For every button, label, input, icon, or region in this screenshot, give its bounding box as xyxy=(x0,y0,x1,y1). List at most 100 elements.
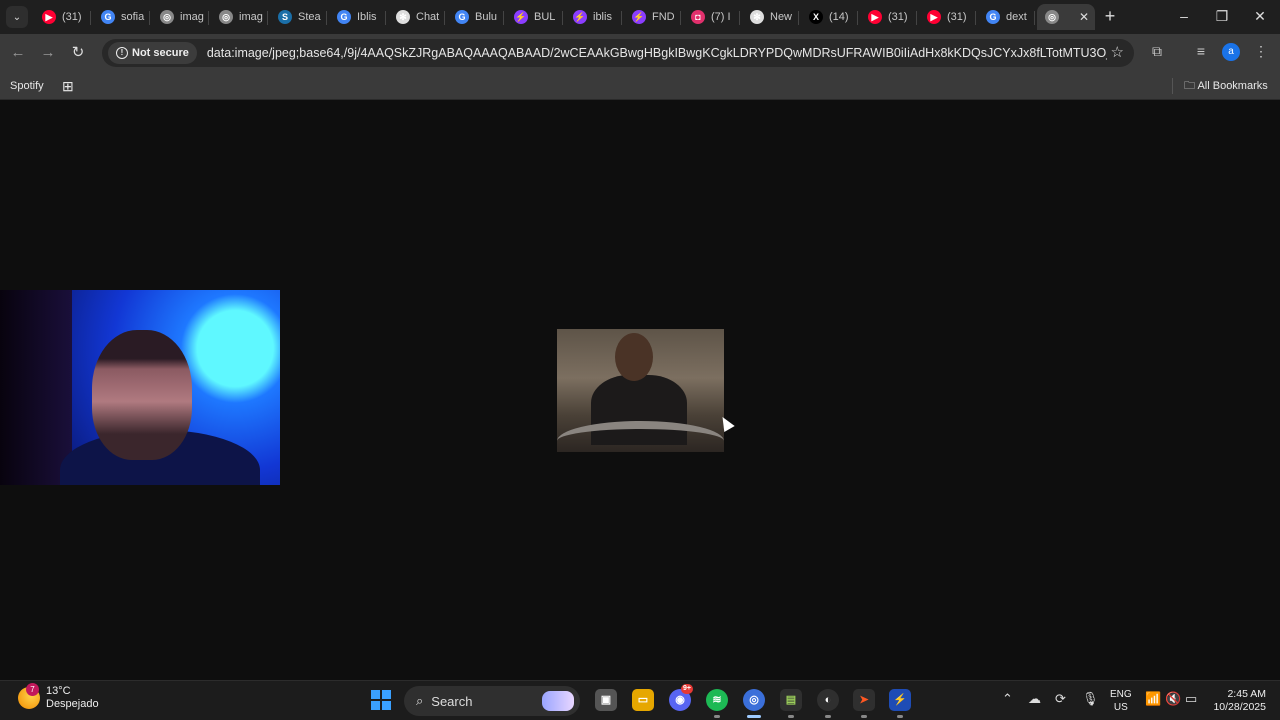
url-text[interactable]: data:image/jpeg;base64,/9j/4AAQSkZJRgABA… xyxy=(207,46,1107,60)
extensions-icon[interactable]: ⧉ xyxy=(1146,43,1168,63)
taskbar-search[interactable]: ⌕ Search xyxy=(404,686,580,716)
chrome-icon[interactable]: ◎ xyxy=(743,689,765,718)
browser-tab[interactable]: ▶ (31) xyxy=(860,4,917,30)
language-top: ENG xyxy=(1110,689,1132,700)
media-control-icon[interactable]: ≡ xyxy=(1190,43,1212,63)
browser-tab[interactable]: ⚡ iblis xyxy=(565,4,622,30)
tab-label: Iblis xyxy=(357,11,377,23)
google-icon: G xyxy=(101,10,115,24)
browser-tab[interactable]: ✻ Chat xyxy=(388,4,445,30)
tab-separator xyxy=(562,11,563,25)
browser-tab[interactable]: ◘ (7) I xyxy=(683,4,740,30)
browser-tab[interactable]: ◎ imag xyxy=(152,4,209,30)
volume-muted-icon[interactable]: 🔇 xyxy=(1165,691,1181,707)
browser-tab[interactable]: ◎ imag xyxy=(211,4,268,30)
tab-label: dext xyxy=(1006,11,1027,23)
browser-tab[interactable]: ◎ ✕ xyxy=(1037,4,1095,30)
tab-label: Stea xyxy=(298,11,321,23)
tab-separator xyxy=(503,11,504,25)
bookmark-spotify[interactable]: Spotify xyxy=(10,77,44,95)
tab-search-button[interactable]: ⌄ xyxy=(6,6,28,28)
bolt-icon: ⚡ xyxy=(632,10,646,24)
sync-icon[interactable]: ⟳ xyxy=(1055,691,1066,707)
browser-tab[interactable]: ⚡ BUL xyxy=(506,4,563,30)
globe-icon: ◎ xyxy=(160,10,174,24)
tab-separator xyxy=(916,11,917,25)
language-indicator[interactable]: ENG US xyxy=(1110,688,1132,714)
weather-condition: Despejado xyxy=(46,698,99,710)
microphone-icon[interactable]: 🎙 xyxy=(1082,691,1099,707)
steam-icon: S xyxy=(278,10,292,24)
close-window-button[interactable]: ✕ xyxy=(1248,6,1272,26)
tray-overflow-icon[interactable]: ⌃ xyxy=(1002,691,1013,707)
tab-label: (7) I xyxy=(711,11,731,23)
security-chip[interactable]: ! Not secure xyxy=(108,42,197,64)
back-button[interactable]: ← xyxy=(7,42,29,64)
browser-tab[interactable]: ✻ New xyxy=(742,4,799,30)
image-person-head xyxy=(615,333,653,381)
discord-icon[interactable]: ◉ 9+ xyxy=(669,684,693,711)
warning-icon: ! xyxy=(116,47,128,59)
discord-badge: 9+ xyxy=(681,684,693,694)
bolt-icon: ⚡ xyxy=(573,10,587,24)
terminal-icon[interactable]: ▤ xyxy=(780,689,802,718)
bolt-icon: ⚡ xyxy=(514,10,528,24)
google-icon: G xyxy=(455,10,469,24)
tab-separator xyxy=(444,11,445,25)
browser-tab[interactable]: G Bulu xyxy=(447,4,504,30)
browser-tab[interactable]: Gdext xyxy=(978,4,1035,30)
browser-tab[interactable]: Gsofia xyxy=(93,4,150,30)
tab-close-icon[interactable]: ✕ xyxy=(1079,10,1089,24)
all-bookmarks-label: All Bookmarks xyxy=(1197,80,1268,92)
bookmark-star-icon[interactable]: ☆ xyxy=(1111,43,1124,61)
file-explorer-icon[interactable]: ▭ xyxy=(632,689,654,711)
tab-label: (31) xyxy=(888,11,908,23)
browser-tab[interactable]: ▶ (31) xyxy=(919,4,976,30)
profile-avatar[interactable]: a xyxy=(1222,43,1240,61)
browser-tab[interactable]: ⚡ FND xyxy=(624,4,681,30)
apps-grid-icon[interactable]: ⊞ xyxy=(62,77,74,95)
start-button[interactable] xyxy=(371,690,391,710)
battery-icon[interactable]: ▭ xyxy=(1185,691,1197,707)
browser-tab[interactable]: G Iblis xyxy=(329,4,386,30)
webcam-background xyxy=(0,290,72,485)
obs-icon[interactable]: ◐ xyxy=(817,689,839,718)
tab-label: sofia xyxy=(121,11,145,23)
tab-label: imag xyxy=(180,11,204,23)
address-bar[interactable]: ! Not secure data:image/jpeg;base64,/9j/… xyxy=(102,39,1134,67)
tab-label: imag xyxy=(239,11,263,23)
all-bookmarks-button[interactable]: 🗀 All Bookmarks xyxy=(1184,77,1268,95)
reload-button[interactable]: ↻ xyxy=(67,42,89,64)
menu-kebab-icon[interactable]: ⋮ xyxy=(1250,43,1272,63)
app-bolt-icon[interactable]: ⚡ xyxy=(889,689,911,718)
browser-tab[interactable]: S Stea xyxy=(270,4,327,30)
wifi-icon[interactable]: 📶 xyxy=(1145,691,1161,707)
system-clock[interactable]: 2:45 AM 10/28/2025 xyxy=(1208,688,1266,714)
forward-button[interactable]: → xyxy=(37,42,59,64)
browser-tab[interactable]: ▶ (31) xyxy=(34,4,91,30)
reload-icon: ↻ xyxy=(71,44,85,61)
page-content xyxy=(0,100,1280,680)
globe-icon: ◎ xyxy=(1045,10,1059,24)
tab-label: Bulu xyxy=(475,11,498,23)
minimize-button[interactable]: – xyxy=(1172,6,1196,26)
spotify-icon[interactable]: ≋ xyxy=(706,689,728,718)
minimize-icon: – xyxy=(1180,8,1188,24)
browser-tab[interactable]: X (14) xyxy=(801,4,858,30)
close-icon: ✕ xyxy=(1254,8,1266,24)
tab-label: (31) xyxy=(62,11,82,23)
tab-label: (14) xyxy=(829,11,849,23)
weather-widget[interactable]: 7 13°C Despejado xyxy=(18,683,99,711)
restore-button[interactable]: ❐ xyxy=(1210,6,1234,26)
tab-separator xyxy=(385,11,386,25)
webcam-person-head xyxy=(92,330,192,460)
chatgpt-icon: ✻ xyxy=(750,10,764,24)
new-tab-button[interactable]: + xyxy=(1100,6,1120,26)
tab-label: New xyxy=(770,11,793,23)
tab-separator xyxy=(975,11,976,25)
onedrive-icon[interactable]: ☁ xyxy=(1028,691,1041,707)
task-view-icon[interactable]: ▣ xyxy=(595,689,617,711)
tab-separator xyxy=(739,11,740,25)
app-arrow-icon[interactable]: ➤ xyxy=(853,689,875,718)
instagram-icon: ◘ xyxy=(691,10,705,24)
